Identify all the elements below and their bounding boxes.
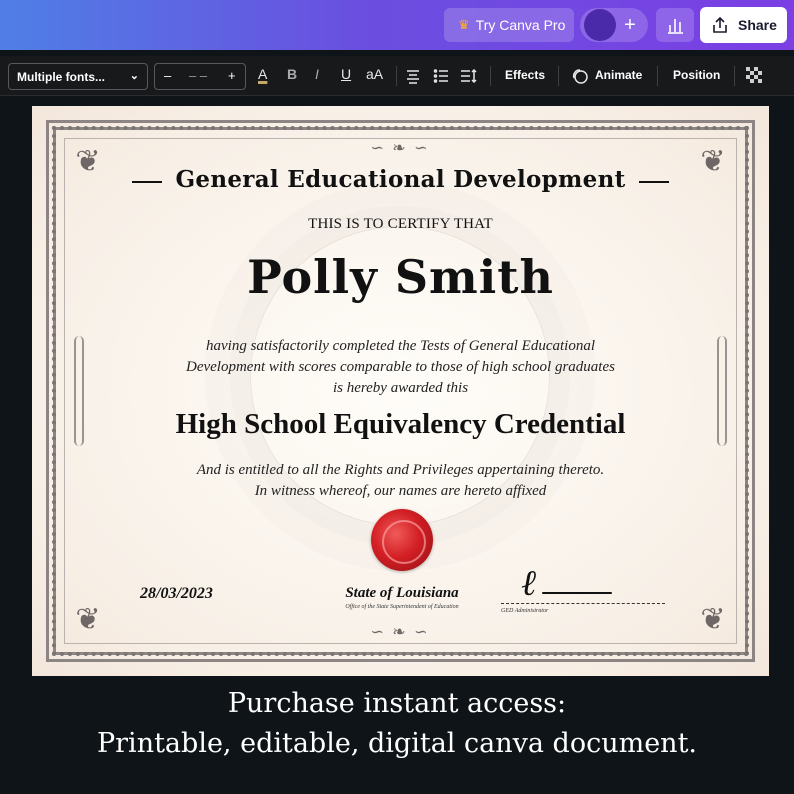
transparency-icon[interactable] bbox=[746, 67, 764, 85]
caption-line-2: Printable, editable, digital canva docum… bbox=[96, 728, 697, 759]
top-bar: ♛ Try Canva Pro + Share bbox=[0, 0, 794, 50]
effects-button[interactable]: Effects bbox=[505, 68, 545, 82]
divider bbox=[396, 66, 397, 86]
top-flourish-icon: ∽ ❧ ∽ bbox=[370, 140, 430, 157]
add-collaborator-button[interactable]: + bbox=[618, 9, 642, 41]
certificate-title[interactable]: General Educational Development bbox=[32, 166, 769, 193]
body-line-2[interactable]: Development with scores comparable to th… bbox=[32, 359, 769, 376]
credential-title[interactable]: High School Equivalency Credential bbox=[32, 408, 769, 441]
signature-line bbox=[501, 603, 665, 604]
corner-ornament-icon: ❦ bbox=[75, 603, 101, 636]
corner-ornament-icon: ❦ bbox=[700, 603, 726, 636]
font-family-value: Multiple fonts... bbox=[17, 70, 105, 84]
divider bbox=[490, 66, 491, 86]
divider bbox=[558, 66, 559, 86]
recipient-name[interactable]: Polly Smith bbox=[32, 250, 769, 304]
letter-case-button[interactable]: aA bbox=[366, 66, 383, 82]
issuer-office[interactable]: Office of the State Superintendent of Ed… bbox=[302, 604, 502, 610]
list-icon[interactable] bbox=[433, 68, 449, 84]
underline-button[interactable]: U bbox=[341, 66, 351, 82]
increase-font-size-button[interactable]: + bbox=[228, 68, 236, 83]
try-canva-pro-label: Try Canva Pro bbox=[475, 17, 566, 33]
certify-line[interactable]: THIS IS TO CERTIFY THAT bbox=[32, 216, 769, 233]
rights-line-2[interactable]: In witness whereof, our names are hereto… bbox=[32, 483, 769, 500]
signature[interactable]: ℓ bbox=[521, 562, 536, 604]
insights-button[interactable] bbox=[656, 8, 694, 42]
rights-line-1[interactable]: And is entitled to all the Rights and Pr… bbox=[32, 462, 769, 479]
align-icon[interactable] bbox=[405, 68, 421, 84]
divider bbox=[734, 66, 735, 86]
decrease-font-size-button[interactable]: – bbox=[164, 68, 171, 83]
position-button[interactable]: Position bbox=[673, 68, 720, 82]
certificate-page[interactable]: ❦ ❦ ❦ ❦ ∽ ❧ ∽ ∽ ❧ ∽ General Educational … bbox=[32, 106, 769, 676]
font-size-stepper: – – – + bbox=[154, 63, 246, 90]
text-toolbar: Multiple fonts... ⌄ – – – + A B I U aA E… bbox=[0, 56, 794, 96]
share-label: Share bbox=[738, 17, 777, 33]
issue-date[interactable]: 28/03/2023 bbox=[140, 585, 213, 603]
try-canva-pro-button[interactable]: ♛ Try Canva Pro bbox=[444, 8, 574, 42]
signature-role[interactable]: GED Administrator bbox=[501, 608, 548, 614]
font-family-dropdown[interactable]: Multiple fonts... ⌄ bbox=[8, 63, 148, 90]
red-wax-seal[interactable] bbox=[371, 509, 433, 571]
issuer-name[interactable]: State of Louisiana bbox=[302, 585, 502, 602]
animate-icon[interactable] bbox=[571, 67, 589, 85]
signature-stroke bbox=[542, 592, 612, 594]
bold-button[interactable]: B bbox=[287, 66, 297, 82]
font-size-input[interactable]: – – bbox=[189, 68, 207, 83]
share-icon bbox=[713, 16, 727, 33]
animate-button[interactable]: Animate bbox=[595, 68, 642, 82]
italic-button[interactable]: I bbox=[315, 66, 319, 82]
share-button[interactable]: Share bbox=[700, 7, 787, 43]
body-line-3[interactable]: is hereby awarded this bbox=[32, 380, 769, 397]
avatar[interactable] bbox=[584, 9, 616, 41]
crown-icon: ♛ bbox=[458, 17, 470, 32]
divider bbox=[657, 66, 658, 86]
body-line-1[interactable]: having satisfactorily completed the Test… bbox=[32, 338, 769, 355]
bottom-flourish-icon: ∽ ❧ ∽ bbox=[370, 624, 430, 641]
caption-line-1: Purchase instant access: bbox=[227, 688, 567, 719]
insights-icon bbox=[668, 19, 683, 34]
chevron-down-icon: ⌄ bbox=[129, 70, 139, 82]
spacing-icon[interactable] bbox=[460, 68, 478, 84]
text-color-button[interactable]: A bbox=[258, 66, 267, 82]
title-dash bbox=[639, 181, 669, 183]
